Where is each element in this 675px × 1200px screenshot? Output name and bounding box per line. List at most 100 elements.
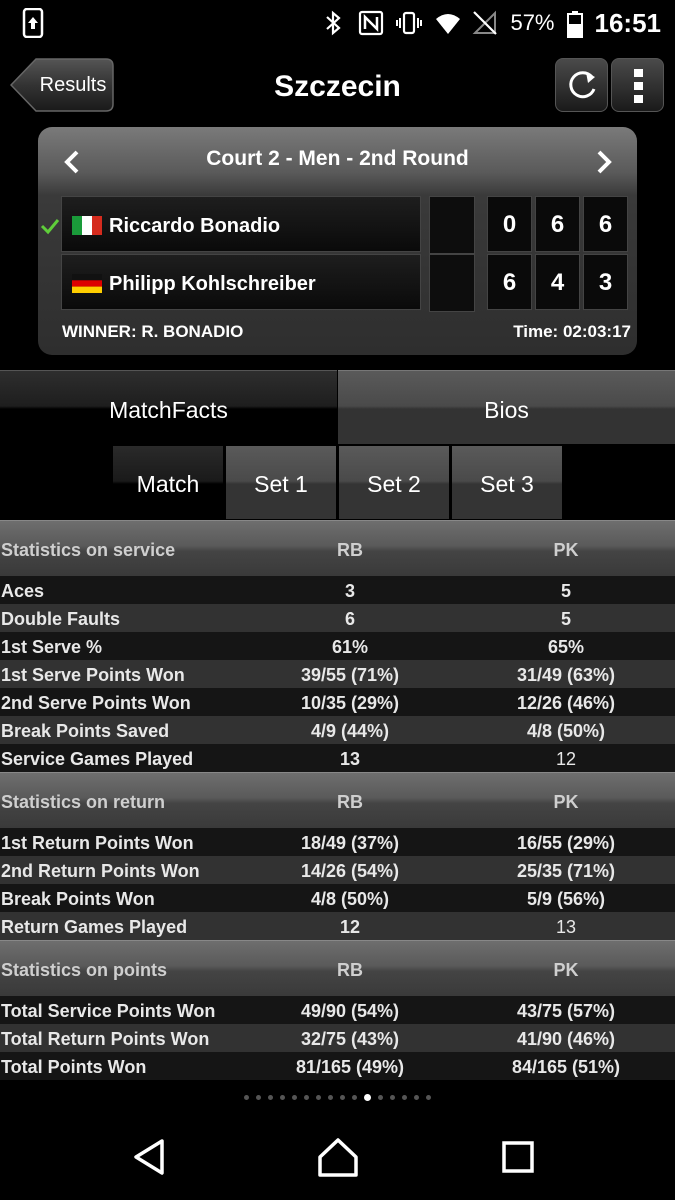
stat-row: 2nd Return Points Won 14/26 (54%) 25/35 (7… <box>0 856 675 884</box>
stat-value-rb: 4/8 (50%) <box>310 889 390 909</box>
stat-value-rb: 10/35 (29%) <box>300 693 400 713</box>
section-header-return: Statistics on return RB PK <box>0 772 675 828</box>
subtab-set-3[interactable]: Set 3 <box>452 446 562 519</box>
stat-value-rb: 13 <box>339 749 361 769</box>
page-dot <box>268 1094 273 1100</box>
stat-label: Total Return Points Won <box>1 1029 210 1049</box>
stat-value-rb: 39/55 (71%) <box>300 665 400 685</box>
stat-value-pk: 65% <box>547 637 585 657</box>
stat-value-rb: 18/49 (37%) <box>300 833 400 853</box>
stat-label: 1st Return Points Won <box>1 833 194 853</box>
page-dot <box>304 1094 309 1100</box>
page-dot <box>390 1094 395 1100</box>
stat-row: 1st Serve Points Won 39/55 (71%) 31/49 (63… <box>0 660 675 688</box>
stat-row: Total Service Points Won 49/90 (54%) 43/75… <box>0 996 675 1024</box>
stat-value-pk: 4/8 (50%) <box>526 721 606 741</box>
back-to-results-button[interactable]: Results <box>10 58 114 112</box>
page-dot-active <box>364 1093 371 1101</box>
player-2-set-3-score: 3 <box>583 254 628 310</box>
page-dot <box>280 1094 285 1100</box>
stat-value-pk: 31/49 (63%) <box>516 665 616 685</box>
battery-icon <box>566 10 583 38</box>
player-1-set-2-score: 6 <box>535 196 580 252</box>
stat-value-pk: 25/35 (71%) <box>516 861 616 881</box>
round-title: Court 2 - Men - 2nd Round <box>206 147 469 170</box>
stat-value-pk: 13 <box>555 917 577 937</box>
stat-value-pk: 43/75 (57%) <box>516 1001 616 1021</box>
player-2-set-2-score: 4 <box>535 254 580 310</box>
back-button-label: Results <box>39 74 107 96</box>
more-vert-icon <box>634 69 643 103</box>
stat-value-rb: 3 <box>344 581 355 601</box>
stat-value-pk: 16/55 (29%) <box>516 833 616 853</box>
winner-text: WINNER: R. BONADIO <box>62 322 244 341</box>
stat-row: Return Games Played 12 13 <box>0 912 675 940</box>
statistics-table: Statistics on service RB PK Aces 3 5 Double… <box>0 520 675 1080</box>
clock: 16:51 <box>594 7 662 38</box>
page-dot <box>426 1094 431 1100</box>
winner-check-icon <box>40 219 60 235</box>
next-match-arrow-icon[interactable] <box>588 147 618 177</box>
stat-value-rb: 12 <box>339 917 361 937</box>
column-header-pk: PK <box>553 540 579 560</box>
screenshot-icon <box>20 7 46 43</box>
tab-matchfacts[interactable]: MatchFacts <box>0 370 337 444</box>
wifi-icon <box>434 10 461 36</box>
column-header-rb: RB <box>337 540 363 560</box>
germany-flag-icon <box>72 274 102 293</box>
stat-value-pk: 84/165 (51%) <box>511 1057 621 1077</box>
page-indicator <box>0 1090 675 1104</box>
section-title: Statistics on points <box>1 960 168 980</box>
subtab-set-1[interactable]: Set 1 <box>226 446 336 519</box>
serve-indicator-box <box>429 254 475 312</box>
nav-back-icon[interactable] <box>128 1135 172 1179</box>
page-dot <box>414 1094 419 1100</box>
section-title: Statistics on return <box>1 792 166 812</box>
stat-value-rb: 32/75 (43%) <box>300 1029 400 1049</box>
stat-row: Break Points Saved 4/9 (44%) 4/8 (50%) <box>0 716 675 744</box>
nav-recents-icon[interactable] <box>496 1135 540 1179</box>
stat-row: Total Return Points Won 32/75 (43%) 41/90 … <box>0 1024 675 1052</box>
no-signal-icon <box>472 10 498 36</box>
stat-label: 2nd Serve Points Won <box>1 693 191 713</box>
tab-bios[interactable]: Bios <box>338 370 675 444</box>
player-1-set-1-score: 0 <box>487 196 532 252</box>
page-dot <box>256 1094 261 1100</box>
serve-indicator-box <box>429 196 475 254</box>
nav-home-icon[interactable] <box>316 1135 360 1179</box>
subtab-set-2[interactable]: Set 2 <box>339 446 449 519</box>
player-row-2: Philipp Kohlschreiber <box>61 254 421 310</box>
page-dot <box>316 1094 321 1100</box>
stat-label: 2nd Return Points Won <box>1 861 200 881</box>
stat-label: Return Games Played <box>1 917 188 937</box>
nfc-icon <box>358 10 384 36</box>
column-header-rb: RB <box>337 792 363 812</box>
stat-value-pk: 5 <box>560 581 571 601</box>
subtab-match[interactable]: Match <box>113 446 223 519</box>
page-dot <box>402 1094 407 1100</box>
column-header-rb: RB <box>337 960 363 980</box>
italy-flag-icon <box>72 216 102 235</box>
stat-label: 1st Serve % <box>1 637 103 657</box>
stat-label: Break Points Won <box>1 889 155 909</box>
player-row-1: Riccardo Bonadio <box>61 196 421 252</box>
player-1-name: Riccardo Bonadio <box>109 215 281 237</box>
match-score-card: Court 2 - Men - 2nd Round Riccardo Bonad… <box>38 127 637 355</box>
stat-value-rb: 6 <box>344 609 355 629</box>
stat-value-pk: 41/90 (46%) <box>516 1029 616 1049</box>
column-header-pk: PK <box>553 960 579 980</box>
refresh-button[interactable] <box>555 58 608 112</box>
stat-row: Double Faults 6 5 <box>0 604 675 632</box>
stat-row: Aces 3 5 <box>0 576 675 604</box>
column-header-pk: PK <box>553 792 579 812</box>
status-bar: 57% 16:51 <box>0 0 675 46</box>
page-dot <box>328 1094 333 1100</box>
overflow-menu-button[interactable] <box>611 58 664 112</box>
stat-row: Service Games Played 13 12 <box>0 744 675 772</box>
stat-value-rb: 14/26 (54%) <box>300 861 400 881</box>
app-header: Szczecin Results <box>0 46 675 128</box>
player-2-name: Philipp Kohlschreiber <box>109 273 316 295</box>
stat-row: 1st Return Points Won 18/49 (37%) 16/55 (2… <box>0 828 675 856</box>
section-header-service: Statistics on service RB PK <box>0 520 675 576</box>
stat-value-rb: 49/90 (54%) <box>300 1001 400 1021</box>
